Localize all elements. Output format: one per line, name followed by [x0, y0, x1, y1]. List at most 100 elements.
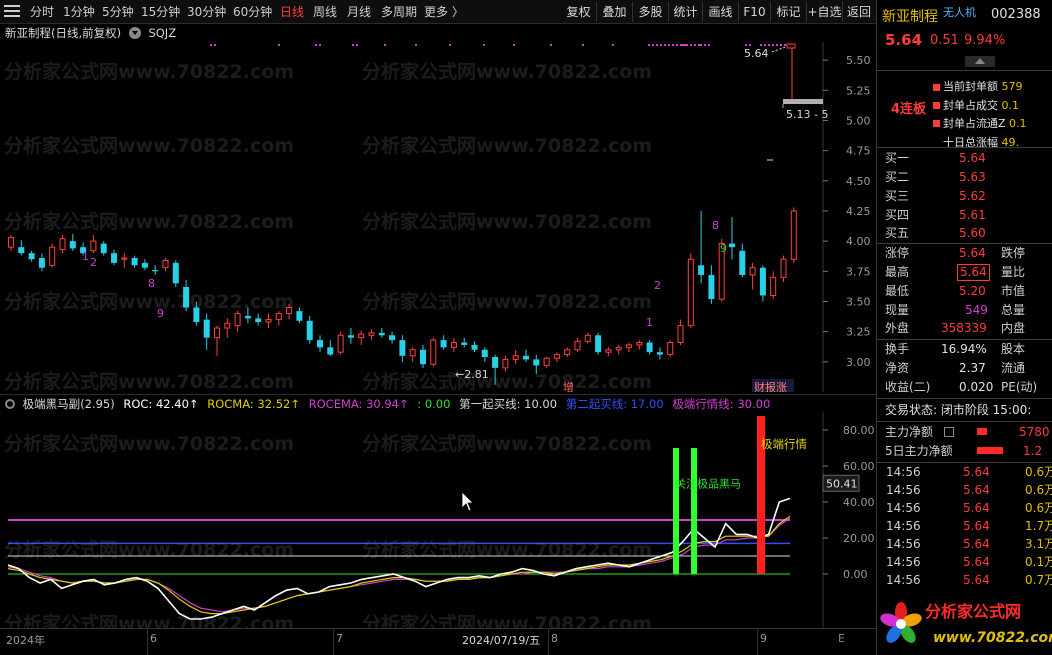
candle-body — [224, 322, 231, 329]
mark-button[interactable]: 标记 — [771, 2, 807, 22]
list-icon[interactable] — [944, 427, 954, 437]
candle-body — [502, 358, 509, 369]
stats-button[interactable]: 统计 — [669, 2, 703, 22]
f10-button[interactable]: F10 — [739, 2, 771, 22]
candle-body — [646, 342, 653, 353]
price-change: 0.51 — [930, 33, 959, 48]
signal-dot — [694, 44, 696, 46]
period-tab-15min[interactable]: 15分钟 — [141, 0, 180, 24]
candle-body — [564, 349, 571, 356]
stock-concept-badge[interactable]: 无人机 — [943, 4, 976, 20]
menu-icon[interactable] — [4, 5, 20, 19]
signal-dot — [772, 44, 774, 46]
chevron-down-icon[interactable] — [128, 27, 141, 39]
candle-body — [368, 332, 375, 336]
line3-value: 极端行情线: 30.00 — [672, 397, 771, 411]
candle-body — [770, 276, 777, 296]
period-tab-monthly[interactable]: 月线 — [347, 0, 371, 24]
seal-markers — [933, 80, 940, 146]
signal-dot — [648, 44, 650, 46]
gear-icon[interactable] — [5, 399, 15, 409]
signal-dot — [708, 44, 710, 46]
watermark-text: 分析家公式网www.70822.com — [4, 432, 294, 455]
period-tab-60min[interactable]: 60分钟 — [233, 0, 272, 24]
watermark-text: 分析家公式网www.70822.com — [362, 370, 652, 392]
signal-dot — [686, 44, 688, 46]
date-axis: 2024年 6 7 2024/07/19/五 8 9 E — [0, 628, 876, 655]
price-tick-label: 5.25 — [846, 84, 871, 97]
signal-dot — [780, 44, 782, 46]
tick-t: 14:56 — [886, 519, 921, 533]
green-signal-text: 关注极品黑马 — [675, 477, 741, 491]
period-tab-fenshi[interactable]: 分时 — [30, 0, 54, 24]
rocema-line — [7, 517, 791, 613]
fuquan-button[interactable]: 复权 — [561, 2, 597, 22]
watermark-text: 分析家公式网www.70822.com — [4, 290, 294, 313]
candle-body — [28, 253, 35, 260]
signal-bar-green-2 — [691, 448, 697, 574]
stat-row-limit: 涨停 5.64 跌停 — [885, 246, 1026, 260]
signal-bar-green-1 — [673, 448, 679, 574]
watermark-text: 分析家公式网www.70822.com — [4, 370, 294, 392]
signal-dot — [672, 44, 674, 46]
x-label-september: 9 — [760, 632, 767, 645]
price-tick-label: 4.75 — [846, 145, 871, 158]
watermark-text: 分析家公式网www.70822.com — [362, 612, 652, 628]
main-indicator-label[interactable]: SQJZ — [148, 26, 176, 40]
tick-v: 0.6万 — [1025, 501, 1052, 515]
tick-v: 0.7万 — [1025, 573, 1052, 587]
candle-body — [574, 340, 581, 351]
candle-body — [358, 333, 365, 339]
stat-row-eps: 收益(二) 0.020 PE(动) — [885, 380, 1038, 394]
add-watchlist-button[interactable]: +自选 — [807, 2, 843, 22]
collapse-button[interactable] — [965, 56, 995, 67]
candle-body — [605, 349, 612, 353]
tick-t: 14:56 — [886, 483, 921, 497]
candle-body — [584, 334, 591, 342]
candlestick-chart[interactable]: 分析家公式网www.70822.com 分析家公式网www.70822.com 分析… — [0, 42, 876, 392]
tick-v: 0.6万 — [1025, 483, 1052, 497]
period-tab-more[interactable]: 更多 〉 — [424, 0, 464, 24]
candle-body — [389, 335, 396, 341]
signal-dot — [664, 44, 666, 46]
signal-dot — [784, 44, 786, 46]
tick-p: 5.64 — [963, 483, 990, 497]
signal-dot — [700, 44, 702, 46]
indicator-name[interactable]: 极端黑马副(2.95) — [23, 397, 115, 411]
period-tab-1min[interactable]: 1分钟 — [63, 0, 95, 24]
back-button[interactable]: 返回 — [843, 2, 875, 22]
candle-body — [306, 320, 313, 341]
candle-body — [38, 258, 45, 268]
overlay-button[interactable]: 叠加 — [597, 2, 633, 22]
candle-body — [687, 258, 694, 327]
multi-stock-button[interactable]: 多股 — [633, 2, 669, 22]
signal-dot — [668, 44, 670, 46]
price-tick-label: 3.50 — [846, 295, 871, 308]
period-tab-multi[interactable]: 多周期 — [381, 0, 417, 24]
indicator-chart[interactable]: 分析家公式网www.70822.com 分析家公式网www.70822.com 分析… — [0, 412, 876, 628]
candle-body — [317, 340, 323, 348]
stat-row-netasset: 净资 2.37 流通 — [885, 361, 1026, 375]
period-tab-5min[interactable]: 5分钟 — [102, 0, 134, 24]
candle-body — [759, 267, 766, 296]
x-label-e: E — [838, 632, 845, 645]
draw-line-button[interactable]: 画线 — [703, 2, 739, 22]
period-tab-weekly[interactable]: 周线 — [313, 0, 337, 24]
bid-row-4: 买四 5.61 — [885, 208, 986, 222]
x-label-year: 2024年 — [6, 634, 45, 647]
signal-dot — [776, 44, 778, 46]
candle-body — [595, 335, 602, 353]
flower-logo-icon: 分析家公式网 www.70822.com — [880, 602, 1052, 646]
signal-dot — [760, 44, 762, 46]
seal-bar — [783, 99, 823, 104]
period-tab-30min[interactable]: 30分钟 — [187, 0, 226, 24]
watermark-layer: 分析家公式网www.70822.com 分析家公式网www.70822.com 分析… — [4, 60, 652, 392]
count-label: 1 — [82, 250, 89, 263]
candle-body — [749, 267, 756, 276]
watermark-text: 分析家公式网www.70822.com — [4, 612, 294, 628]
trade-status: 交易状态: 闭市阶段 15:00: — [885, 403, 1032, 417]
period-tab-daily[interactable]: 日线 — [280, 0, 304, 24]
rocma-line — [7, 515, 791, 615]
candle-body — [275, 313, 282, 321]
seal-stats: 当前封单额 579 封单占成交 0.1 封单占流通Z 0.1 十日总涨幅 49. — [943, 78, 1027, 152]
